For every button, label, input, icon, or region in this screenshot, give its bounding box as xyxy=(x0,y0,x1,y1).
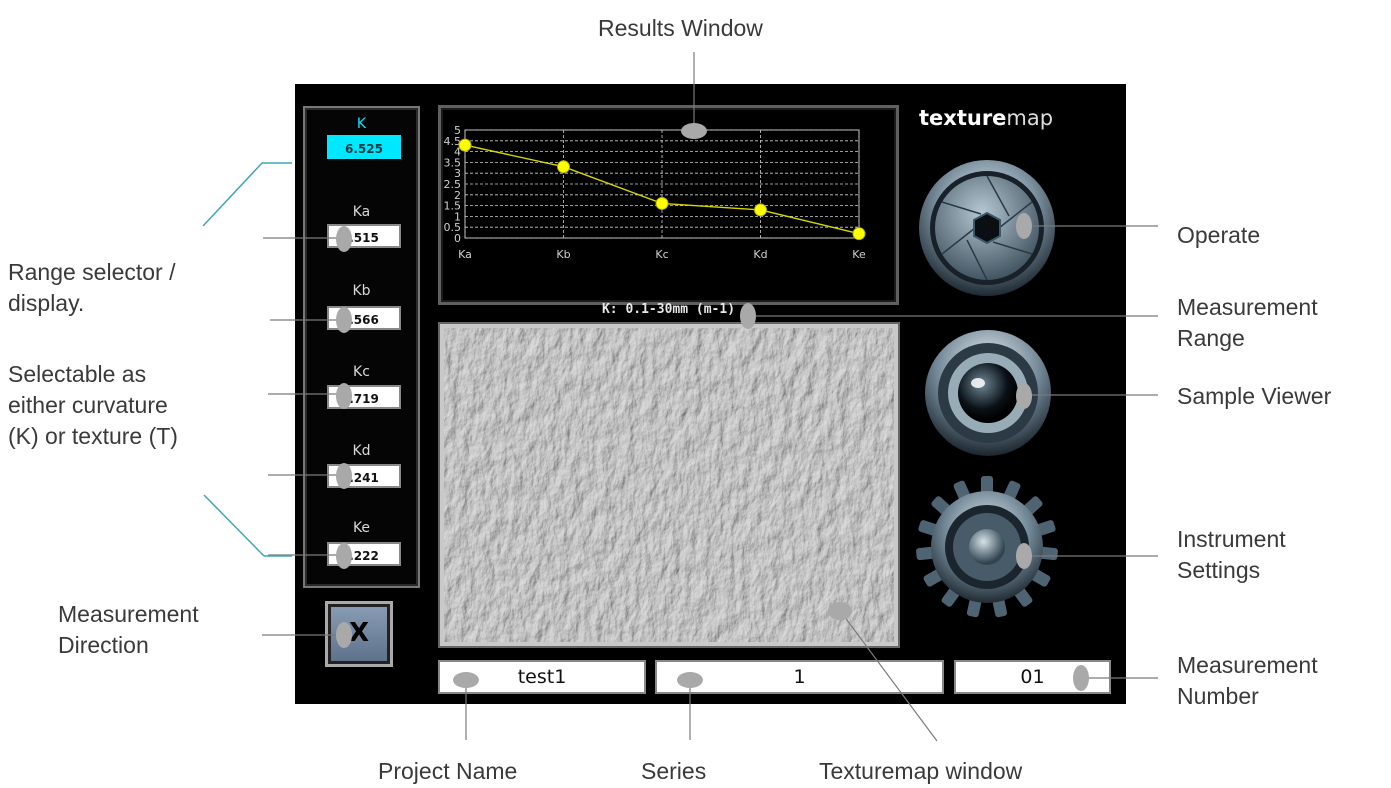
measurement-number-field[interactable]: 01 xyxy=(954,660,1111,694)
chart-point xyxy=(852,227,866,241)
range-label-ka: Ka xyxy=(352,204,371,220)
range-value-ka[interactable]: .515 xyxy=(327,224,401,248)
sample-viewer-callout: Sample Viewer xyxy=(1177,383,1332,409)
instrument-settings-callout: Instrument Settings xyxy=(1177,526,1286,583)
chart-x-tick-label: Kd xyxy=(753,248,767,261)
chart-y-tick-label: 5 xyxy=(454,124,461,137)
results-chart: 00.511.522.533.544.55Ka Kb Kc Kd Ke xyxy=(444,124,866,261)
chart-x-tick-label: Ke xyxy=(852,248,866,261)
k-value-display[interactable]: 6.525 xyxy=(327,135,401,159)
texturemap-window-callout: Texturemap window xyxy=(819,758,1023,784)
range-selector-callout: Range selector / display. xyxy=(8,259,176,316)
measurement-direction-button[interactable]: X xyxy=(325,601,393,667)
texturemap-window xyxy=(440,324,898,646)
texturemap-logo: texturemap xyxy=(919,106,1054,130)
chart-x-tick-label: Kb xyxy=(556,248,570,261)
measurement-range-callout: Measurement Range xyxy=(1177,294,1318,351)
measurement-direction-callout: Measurement Direction xyxy=(58,601,199,658)
instrument-settings-button[interactable] xyxy=(912,472,1062,622)
results-window-callout: Results Window xyxy=(598,15,763,41)
range-label-kb: Kb xyxy=(352,283,371,299)
measurement-range-label[interactable]: K: 0.1-30mm (m-1) xyxy=(438,302,899,317)
lens-icon xyxy=(958,363,1018,423)
range-value-ke[interactable]: .222 xyxy=(327,542,401,566)
texturemap-app-window: K 6.525 Ka .515 Kb .566 Kc .719 Kd .241 … xyxy=(295,84,1126,704)
chart-point xyxy=(754,203,767,217)
chart-point xyxy=(458,138,472,152)
range-label-kc: Kc xyxy=(353,364,370,380)
chart-point xyxy=(557,160,570,174)
range-label-ke: Ke xyxy=(352,520,371,536)
chart-point xyxy=(655,196,669,210)
range-selector-panel: K 6.525 Ka .515 Kb .566 Kc .719 Kd .241 … xyxy=(303,106,420,588)
texture-surface xyxy=(444,328,894,642)
results-window: 0 0.5 1 1.5 2 2.5 3 3.5 4 4.5 5 Ka Kb Kc Kd Ke xyxy=(438,105,899,305)
project-name-callout: Project Name xyxy=(378,758,518,784)
k-title: K xyxy=(356,116,367,132)
series-field[interactable]: 1 xyxy=(655,660,944,694)
operate-callout: Operate xyxy=(1177,222,1261,248)
sample-viewer-button[interactable] xyxy=(923,328,1053,458)
operate-button[interactable] xyxy=(917,158,1057,298)
range-value-kd[interactable]: .241 xyxy=(327,464,401,488)
chart-x-tick-label: Kc xyxy=(655,248,668,261)
selectable-callout: Selectable as either curvature (K) or te… xyxy=(8,361,178,449)
chart-x-tick-label: Ka xyxy=(458,248,472,261)
range-value-kc[interactable]: .719 xyxy=(327,385,401,409)
range-value-kb[interactable]: .566 xyxy=(327,306,401,330)
series-callout: Series xyxy=(641,758,707,784)
aperture-icon xyxy=(973,211,1001,245)
measurement-number-callout: Measurement Number xyxy=(1177,652,1318,709)
project-name-field[interactable]: test1 xyxy=(438,660,646,694)
range-label-kd: Kd xyxy=(352,443,371,459)
